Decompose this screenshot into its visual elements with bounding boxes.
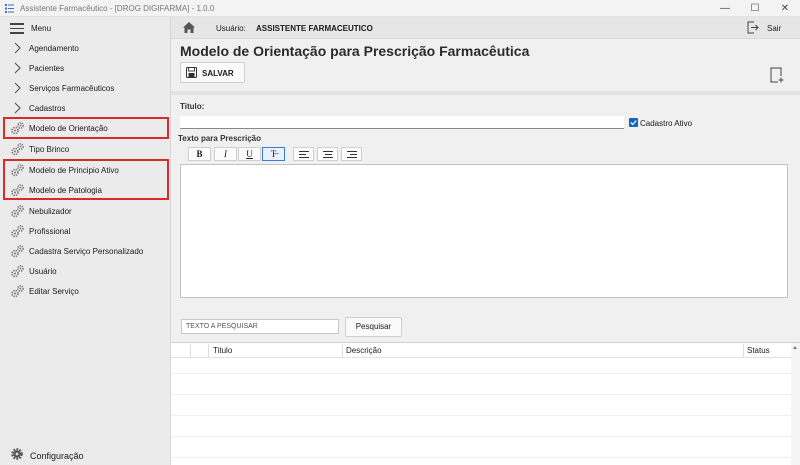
column-header-status[interactable]: Status <box>747 346 770 355</box>
page-title: Modelo de Orientação para Prescrição Far… <box>180 43 530 59</box>
sidebar-item-label: Cadastros <box>29 104 66 113</box>
gears-icon <box>11 122 24 135</box>
gears-icon <box>11 143 24 156</box>
sidebar-item-label: Pacientes <box>29 64 65 73</box>
sidebar-item-usuario[interactable]: Usuário <box>0 261 171 281</box>
sidebar-item-label: Usuário <box>29 267 57 276</box>
sidebar: Menu Agendamento Pacientes Serviços Farm… <box>0 17 171 465</box>
scroll-up-arrow-icon[interactable] <box>793 346 797 349</box>
main-content: Modelo de Orientação para Prescrição Far… <box>171 39 800 465</box>
align-center-button[interactable] <box>317 147 338 161</box>
sidebar-item-label: Serviços Farmacêuticos <box>29 84 115 93</box>
sidebar-item-profissional[interactable]: Profissional <box>0 221 171 241</box>
user-name: ASSISTENTE FARMACEUTICO <box>256 24 373 33</box>
chevron-right-icon <box>14 62 21 74</box>
gears-icon <box>11 164 24 177</box>
save-button-label: SALVAR <box>202 69 234 78</box>
gears-icon <box>11 184 24 197</box>
column-header-descricao[interactable]: Descrição <box>346 346 382 355</box>
exit-icon[interactable] <box>747 21 759 34</box>
titulo-label: Titulo: <box>180 102 205 111</box>
sidebar-item-label: Cadastra Serviço Personalizado <box>29 247 144 256</box>
sidebar-item-cadastros[interactable]: Cadastros <box>0 98 171 118</box>
chevron-right-icon <box>14 102 21 114</box>
sidebar-item-editar-servico[interactable]: Editar Serviço <box>0 281 171 301</box>
sidebar-item-label: Modelo de Principio Ativo <box>29 166 119 175</box>
cadastro-ativo-label[interactable]: Cadastro Ativo <box>640 119 692 128</box>
app-icon <box>5 4 14 13</box>
minimize-button[interactable]: — <box>710 0 740 17</box>
header-bar: Usuário: ASSISTENTE FARMACEUTICO Sair <box>171 17 800 39</box>
gears-icon <box>11 245 24 258</box>
prescription-text-editor[interactable] <box>180 164 788 298</box>
sidebar-item-label: Tipo Brinco <box>29 145 70 154</box>
gears-icon <box>11 265 24 278</box>
menu-label: Menu <box>31 24 52 33</box>
table-scrollbar[interactable] <box>791 343 800 465</box>
home-icon[interactable] <box>182 21 196 34</box>
gear-icon <box>11 448 23 460</box>
table-row <box>171 373 791 374</box>
sidebar-item-label: Modelo de Patologia <box>29 186 102 195</box>
sidebar-item-cadastra-servico-personalizado[interactable]: Cadastra Serviço Personalizado <box>0 241 171 261</box>
sidebar-item-tipo-brinco[interactable]: Tipo Brinco <box>0 139 171 159</box>
sidebar-item-label: Editar Serviço <box>29 287 79 296</box>
cadastro-ativo-checkbox[interactable] <box>629 118 638 127</box>
new-document-icon[interactable] <box>770 67 784 83</box>
window-title: Assistente Farmacêutico - [DROG DIGIFARM… <box>20 4 215 13</box>
gears-icon <box>11 285 24 298</box>
strikethrough-button[interactable]: T̶ <box>262 147 285 161</box>
italic-button[interactable]: I <box>214 147 237 161</box>
window-titlebar: Assistente Farmacêutico - [DROG DIGIFARM… <box>0 0 800 17</box>
gears-icon <box>11 225 24 238</box>
table-row <box>171 415 791 416</box>
sidebar-item-label: Nebulizador <box>29 207 72 216</box>
search-input[interactable] <box>181 319 339 334</box>
user-label: Usuário: <box>216 24 246 33</box>
maximize-button[interactable]: ☐ <box>740 0 770 17</box>
sidebar-item-pacientes[interactable]: Pacientes <box>0 58 171 78</box>
table-row <box>171 457 791 458</box>
align-left-button[interactable] <box>293 147 314 161</box>
sidebar-item-modelo-principio-ativo[interactable]: Modelo de Principio Ativo <box>0 160 171 180</box>
underline-button[interactable]: U <box>238 147 261 161</box>
sidebar-item-label: Profissional <box>29 227 71 236</box>
chevron-right-icon <box>14 42 21 54</box>
align-right-button[interactable] <box>341 147 362 161</box>
results-table: Titulo Descrição Status <box>171 342 800 465</box>
sidebar-item-nebulizador[interactable]: Nebulizador <box>0 201 171 221</box>
titulo-input[interactable] <box>180 116 624 129</box>
search-button[interactable]: Pesquisar <box>345 317 402 337</box>
table-header: Titulo Descrição Status <box>171 343 791 358</box>
hamburger-icon <box>10 23 24 34</box>
toolbar-separator <box>171 91 800 95</box>
bold-button[interactable]: B <box>188 147 211 161</box>
floppy-disk-icon <box>186 67 197 78</box>
sidebar-item-modelo-patologia[interactable]: Modelo de Patologia <box>0 180 171 200</box>
column-header-titulo[interactable]: Titulo <box>213 346 232 355</box>
chevron-right-icon <box>14 82 21 94</box>
sidebar-item-servicos-farmaceuticos[interactable]: Serviços Farmacêuticos <box>0 78 171 98</box>
checkmark-icon <box>630 120 637 126</box>
texto-prescricao-label: Texto para Prescrição <box>178 134 262 143</box>
sidebar-config-button[interactable]: Configuração <box>0 445 171 465</box>
table-row <box>171 436 791 437</box>
exit-label[interactable]: Sair <box>767 24 781 33</box>
gears-icon <box>11 205 24 218</box>
table-row <box>171 394 791 395</box>
save-button[interactable]: SALVAR <box>180 62 245 83</box>
config-label: Configuração <box>30 451 84 461</box>
close-button[interactable]: ✕ <box>770 0 800 17</box>
sidebar-item-label: Modelo de Orientação <box>29 124 108 133</box>
menu-toggle[interactable]: Menu <box>0 17 171 39</box>
sidebar-item-modelo-orientacao[interactable]: Modelo de Orientação <box>0 118 171 138</box>
sidebar-item-agendamento[interactable]: Agendamento <box>0 38 171 58</box>
sidebar-item-label: Agendamento <box>29 44 79 53</box>
